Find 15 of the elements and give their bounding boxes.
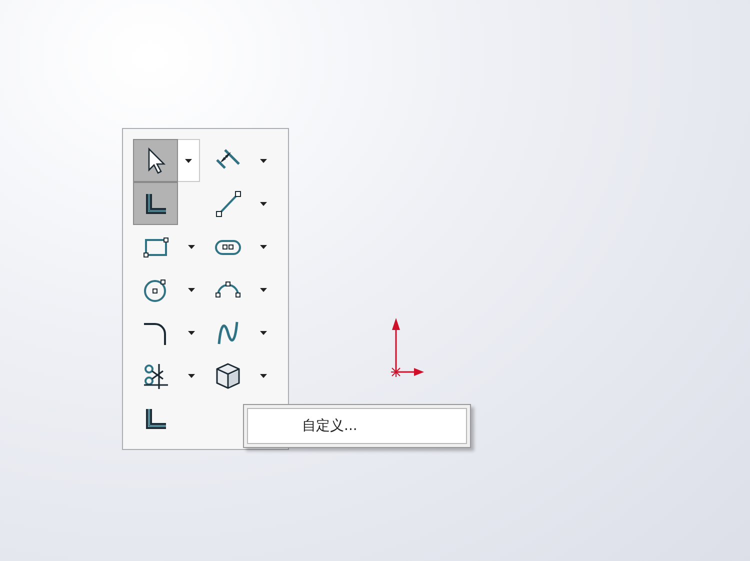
caret-icon xyxy=(188,244,194,248)
caret-icon xyxy=(260,374,266,378)
caret-icon xyxy=(260,244,266,248)
tool-button[interactable] xyxy=(133,139,178,182)
caret-icon xyxy=(185,158,192,162)
caret-icon xyxy=(260,158,266,162)
arc-icon xyxy=(214,280,240,298)
caret-icon xyxy=(188,374,194,378)
caret-icon xyxy=(188,288,194,292)
tool-button[interactable] xyxy=(133,182,178,225)
caret-icon xyxy=(260,330,266,334)
menu-item[interactable]: 自定义... xyxy=(247,408,467,444)
caret-icon xyxy=(260,202,266,206)
caret-icon xyxy=(188,330,194,334)
caret-icon xyxy=(260,288,266,292)
